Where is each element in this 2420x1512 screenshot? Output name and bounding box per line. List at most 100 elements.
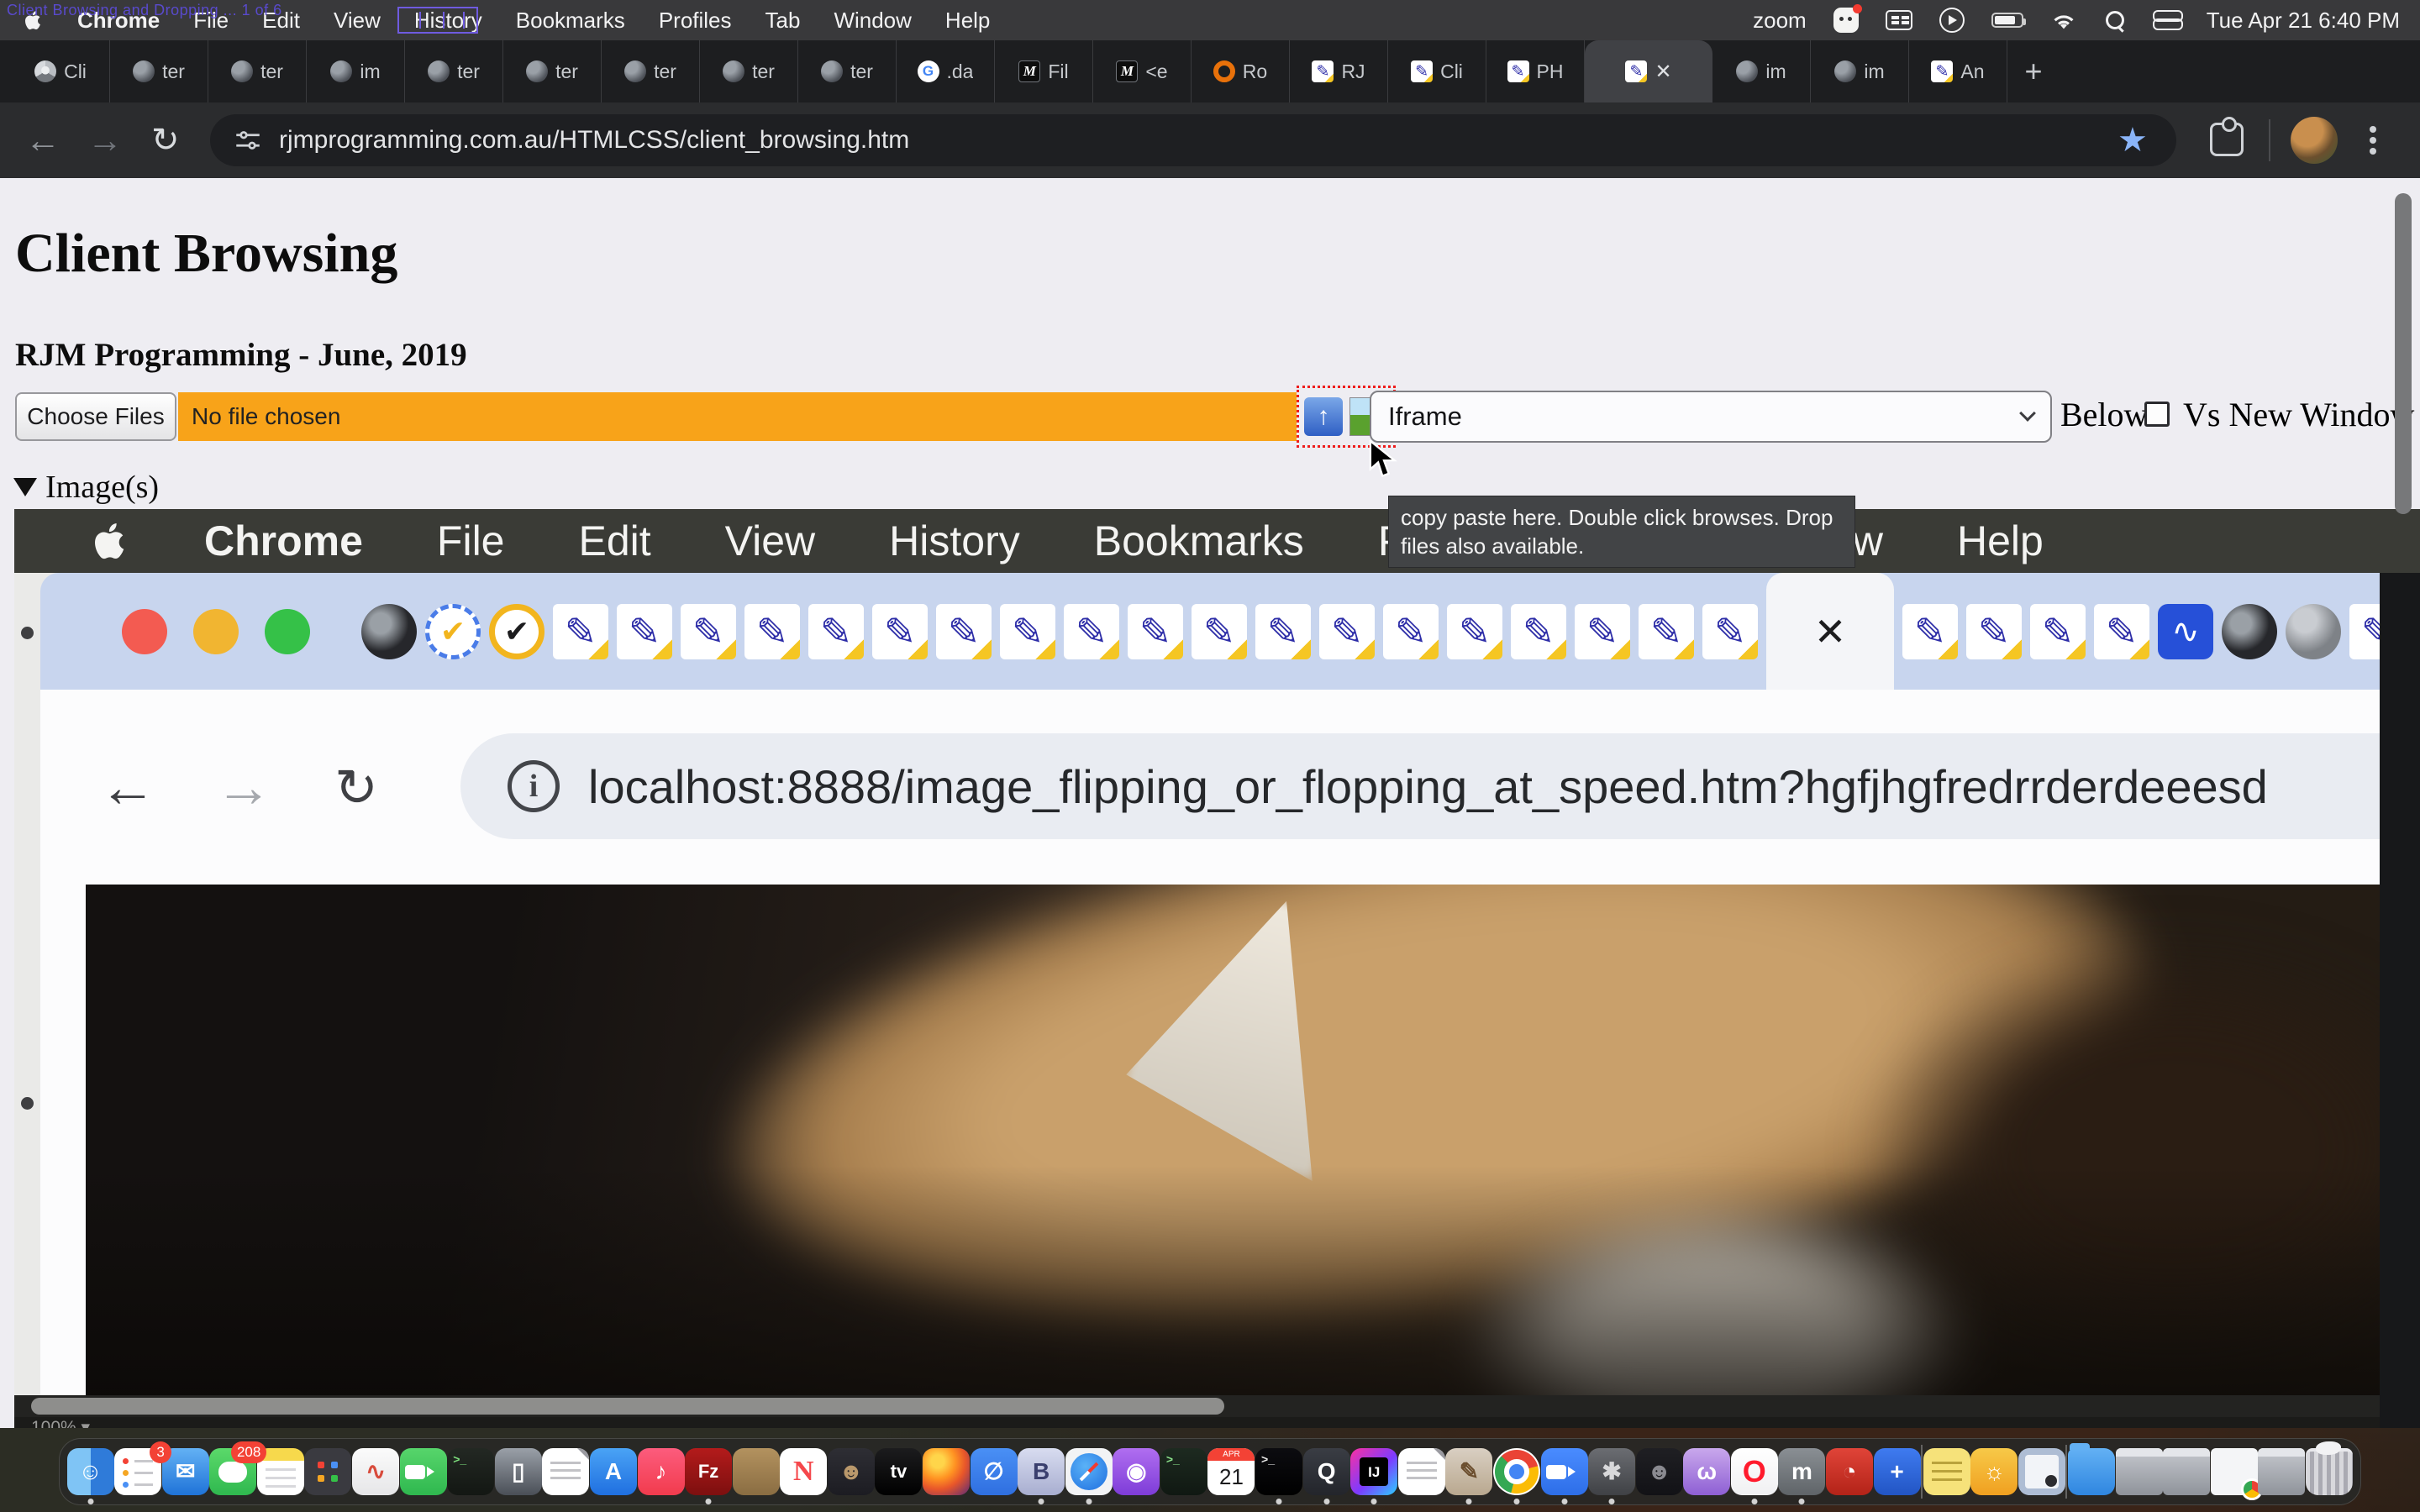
dock-launchpad-icon[interactable] [304, 1448, 351, 1495]
dock-system-settings-icon[interactable]: ✱ [1588, 1448, 1635, 1495]
dock-downloads-folder-icon[interactable] [2068, 1448, 2115, 1495]
dock-speedtest-icon[interactable]: ◔ [1826, 1448, 1873, 1495]
display-target-select[interactable]: Iframe [1370, 391, 2052, 443]
browser-tab-PH[interactable]: ✎PH [1486, 40, 1585, 102]
choose-files-button[interactable]: Choose Files [15, 392, 176, 441]
dock-slideshow-app-icon[interactable] [2018, 1448, 2065, 1495]
battery-icon[interactable] [1991, 13, 2023, 28]
dock-calendar-icon[interactable]: APR21 [1207, 1448, 1255, 1495]
wifi-icon[interactable] [2050, 10, 2077, 30]
dock-iphone-mirroring-icon[interactable]: ▯ [495, 1448, 542, 1495]
new-tab-button[interactable]: + [2007, 40, 2060, 102]
embedded-screenshot-image[interactable]: ChromeFileEditViewHistoryBookmarksProfil… [14, 509, 2420, 1428]
dock-developer-tools-icon[interactable]: + [1874, 1448, 1921, 1495]
dock-bbedit-icon[interactable]: B [1018, 1448, 1065, 1495]
browser-tab-active[interactable]: ✎✕ [1585, 40, 1712, 102]
file-input-strip[interactable]: No file chosen [178, 392, 1297, 441]
dock-focus-app-icon[interactable]: ∅ [971, 1448, 1018, 1495]
dock-cat-app-icon[interactable]: ω [1683, 1448, 1730, 1495]
browser-tab-ter[interactable]: ter [110, 40, 208, 102]
browser-tab-im[interactable]: im [1712, 40, 1811, 102]
browser-tab-<e[interactable]: M<e [1093, 40, 1192, 102]
dock-podcasts-icon[interactable]: ◉ [1113, 1448, 1160, 1495]
dock-facetime-icon[interactable] [400, 1448, 447, 1495]
browser-tab-ter[interactable]: ter [602, 40, 700, 102]
dock-safari-icon[interactable] [1065, 1448, 1113, 1495]
browser-tab-ter[interactable]: ter [503, 40, 602, 102]
back-button[interactable]: ← [25, 102, 60, 178]
tab-close-icon[interactable]: ✕ [1655, 60, 1671, 84]
menu-item-window[interactable]: Window [834, 8, 911, 34]
menu-item-help[interactable]: Help [945, 8, 990, 34]
browser-tab-ter[interactable]: ter [798, 40, 897, 102]
menu-item-tab[interactable]: Tab [765, 8, 801, 34]
extensions-icon[interactable] [2210, 123, 2244, 156]
browser-menu-icon[interactable] [2370, 126, 2376, 133]
url-text[interactable]: rjmprogramming.com.au/HTMLCSS/client_bro… [279, 126, 909, 155]
bookmark-star-icon[interactable]: ★ [2118, 102, 2148, 178]
browser-tab-ter[interactable]: ter [208, 40, 307, 102]
browser-tab-Ro[interactable]: Ro [1192, 40, 1290, 102]
browser-tab-Fil[interactable]: MFil [995, 40, 1093, 102]
dock-finder-icon[interactable]: ☺ [67, 1448, 114, 1495]
dock-apple-tv-icon[interactable]: tv [875, 1448, 922, 1495]
dock-music-icon[interactable]: ♪ [638, 1448, 685, 1495]
dock-quicktime-icon[interactable]: Q [1303, 1448, 1350, 1495]
browser-tab-ter[interactable]: ter [700, 40, 798, 102]
browser-tab-im[interactable]: im [1811, 40, 1909, 102]
dock-opera-icon[interactable]: O [1731, 1448, 1778, 1495]
dock-minimized-window-icon[interactable] [2258, 1448, 2305, 1495]
browser-tab-An[interactable]: ✎An [1909, 40, 2007, 102]
images-disclosure[interactable]: Image(s) [13, 469, 159, 506]
browser-tab-RJ[interactable]: ✎RJ [1290, 40, 1388, 102]
dock-news-icon[interactable]: N [780, 1448, 827, 1495]
dock-firefox-icon[interactable] [923, 1448, 970, 1495]
dock-zoom-icon[interactable] [1541, 1448, 1588, 1495]
dock-reminders-icon[interactable]: 3 [114, 1448, 161, 1495]
address-bar[interactable]: rjmprogramming.com.au/HTMLCSS/client_bro… [210, 114, 2176, 166]
dock-terminal-icon[interactable]: >_ [447, 1448, 494, 1495]
menu-item-profiles[interactable]: Profiles [659, 8, 732, 34]
browser-tab-im[interactable]: im [307, 40, 405, 102]
dock-chrome-icon[interactable] [1493, 1448, 1540, 1495]
browser-tab-.da[interactable]: G.da [897, 40, 995, 102]
dock-lightbulb-app-icon[interactable]: ☼ [1970, 1448, 2018, 1495]
zoom-menu-item[interactable]: zoom [1753, 8, 1807, 34]
dock-document-app-icon[interactable] [1398, 1448, 1445, 1495]
dock-app-store-icon[interactable]: A [590, 1448, 637, 1495]
dock-grapher-icon[interactable]: ∿ [352, 1448, 399, 1495]
profile-avatar[interactable] [2291, 117, 2338, 164]
menu-item-bookmarks[interactable]: Bookmarks [516, 8, 625, 34]
dock-photo-booth-icon[interactable]: ☻ [1636, 1448, 1683, 1495]
dock-minimized-window-icon[interactable] [2163, 1448, 2210, 1495]
dock-minimized-window-chrome-icon[interactable] [2211, 1448, 2258, 1495]
dock-minimized-window-icon[interactable] [2116, 1448, 2163, 1495]
playback-icon[interactable] [1939, 8, 1965, 33]
dock-character-app-icon[interactable]: ☻ [828, 1448, 875, 1495]
dock-textedit-icon[interactable] [542, 1448, 589, 1495]
window-manager-icon[interactable] [1886, 10, 1912, 30]
browser-tab-Cli[interactable]: ✎Cli [1388, 40, 1486, 102]
menu-bar-clock[interactable]: Tue Apr 21 6:40 PM [2207, 8, 2400, 34]
dock-filezilla-icon[interactable]: Fz [685, 1448, 732, 1495]
vs-new-window-checkbox[interactable] [2144, 402, 2170, 427]
browser-tab-ter[interactable]: ter [405, 40, 503, 102]
dock-mamp-icon[interactable]: m [1778, 1448, 1825, 1495]
dock-messages-icon[interactable]: 208 [209, 1448, 256, 1495]
dock-trash-icon[interactable] [2306, 1448, 2353, 1495]
browser-tab-Cli[interactable]: Cli [12, 40, 110, 102]
reload-button[interactable]: ↻ [151, 102, 180, 178]
dock-intellij-idea-icon[interactable]: IJ [1350, 1448, 1397, 1495]
control-center-icon[interactable] [2153, 10, 2180, 30]
dock-gimp-icon[interactable]: ✎ [1445, 1448, 1492, 1495]
site-settings-icon[interactable] [235, 128, 260, 153]
spotlight-search-icon[interactable] [2104, 9, 2126, 31]
notification-app-icon[interactable] [1833, 8, 1859, 33]
forward-button[interactable]: → [87, 102, 123, 178]
menu-item-view[interactable]: View [334, 8, 381, 34]
dock-terminal-3-icon[interactable]: >_ [1255, 1448, 1302, 1495]
dock-terminal-2-icon[interactable]: >_ [1160, 1448, 1207, 1495]
dock-generic-brown-app-icon[interactable] [733, 1448, 780, 1495]
dock-stickies-icon[interactable] [1923, 1448, 1970, 1495]
page-scrollbar-thumb[interactable] [2395, 193, 2412, 514]
